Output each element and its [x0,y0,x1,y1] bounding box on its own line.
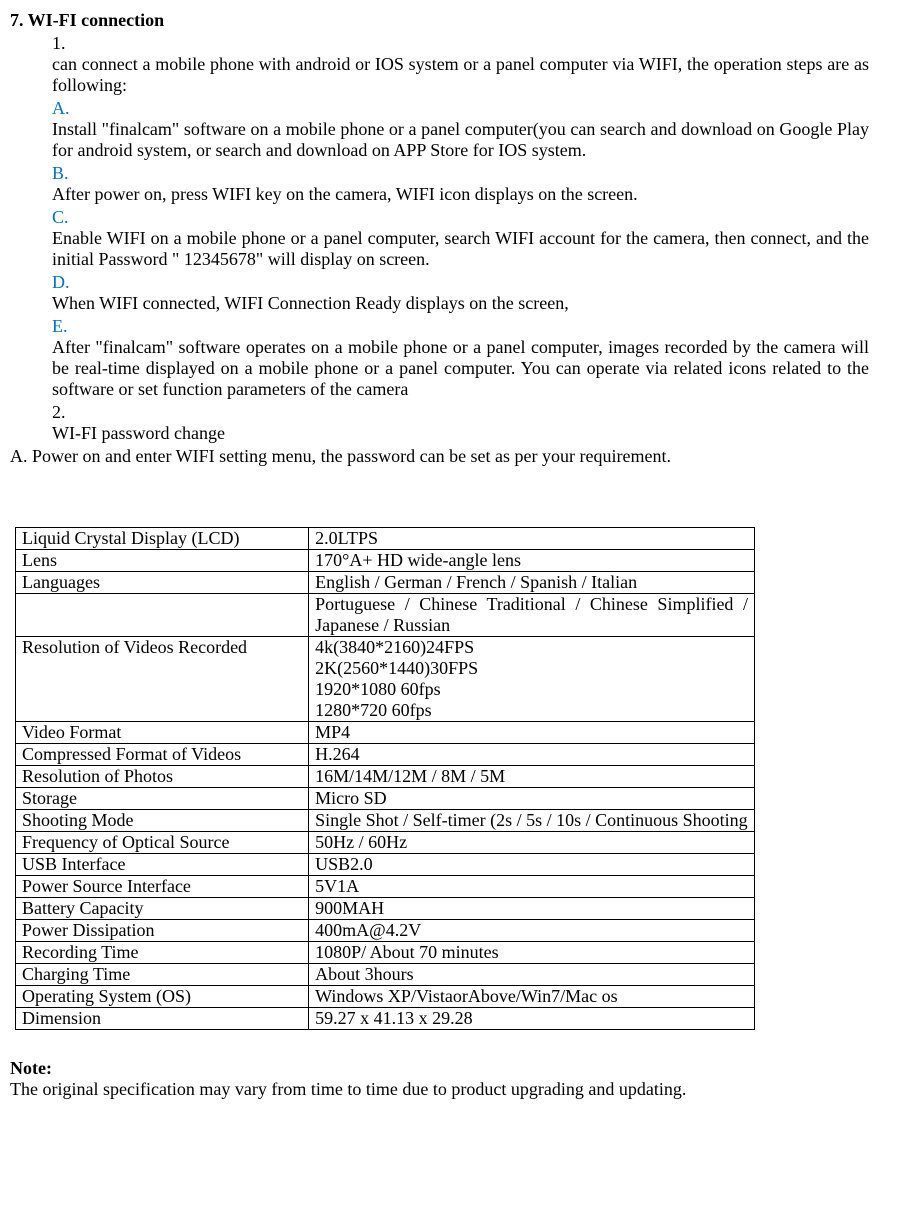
spec-value: Single Shot / Self-timer (2s / 5s / 10s … [309,810,755,832]
list-item-c: C. Enable WIFI on a mobile phone or a pa… [52,207,901,270]
table-row: Recording Time1080P/ About 70 minutes [16,942,755,964]
instruction-list: 1. can connect a mobile phone with andro… [10,33,901,444]
spec-value: 5V1A [309,876,755,898]
list-item-2: 2. WI-FI password change [52,402,901,444]
spec-value: 900MAH [309,898,755,920]
note-section: Note: The original specification may var… [10,1058,901,1100]
spec-value: 1080P/ About 70 minutes [309,942,755,964]
spec-value: MP4 [309,722,755,744]
spec-value: 16M/14M/12M / 8M / 5M [309,766,755,788]
spec-label: Compressed Format of Videos [16,744,309,766]
table-row: Power Dissipation400mA@4.2V [16,920,755,942]
table-row: LanguagesEnglish / German / French / Spa… [16,572,755,594]
list-marker-2: 2. [52,402,80,423]
spec-label: Recording Time [16,942,309,964]
spec-label [16,594,309,637]
spec-label: Power Source Interface [16,876,309,898]
table-row: Lens170°A+ HD wide-angle lens [16,550,755,572]
table-row: Frequency of Optical Source50Hz / 60Hz [16,832,755,854]
table-row: Resolution of Photos16M/14M/12M / 8M / 5… [16,766,755,788]
spec-label: Power Dissipation [16,920,309,942]
spec-label: Charging Time [16,964,309,986]
list-item-d-text: When WIFI connected, WIFI Connection Rea… [52,293,869,314]
list-item-2-text: WI-FI password change [52,423,869,444]
spec-value: Portuguese / Chinese Traditional / Chine… [309,594,755,637]
spec-value: H.264 [309,744,755,766]
spec-label: Storage [16,788,309,810]
table-row: Dimension59.27 x 41.13 x 29.28 [16,1008,755,1030]
spec-value: 4k(3840*2160)24FPS 2K(2560*1440)30FPS 19… [309,637,755,722]
spec-value: USB2.0 [309,854,755,876]
spec-label: Resolution of Photos [16,766,309,788]
list-marker-b: B. [52,163,80,184]
spec-label: Battery Capacity [16,898,309,920]
list-item-b: B. After power on, press WIFI key on the… [52,163,901,205]
table-row: Operating System (OS)Windows XP/VistaorA… [16,986,755,1008]
list-marker-1: 1. [52,33,80,54]
spec-value: Windows XP/VistaorAbove/Win7/Mac os [309,986,755,1008]
table-row: Power Source Interface5V1A [16,876,755,898]
spec-label: Lens [16,550,309,572]
list-item-1: 1. can connect a mobile phone with andro… [52,33,901,96]
table-row: Video FormatMP4 [16,722,755,744]
list-marker-d: D. [52,272,80,293]
spec-value: Micro SD [309,788,755,810]
list-item-a: A. Install "finalcam" software on a mobi… [52,98,901,161]
section-heading: 7. WI-FI connection [10,10,901,31]
list-item-b-text: After power on, press WIFI key on the ca… [52,184,869,205]
table-row: StorageMicro SD [16,788,755,810]
spec-value: About 3hours [309,964,755,986]
spec-label: USB Interface [16,854,309,876]
spec-label: Languages [16,572,309,594]
spec-value: 59.27 x 41.13 x 29.28 [309,1008,755,1030]
table-row: USB InterfaceUSB2.0 [16,854,755,876]
spec-value: 2.0LTPS [309,528,755,550]
table-row: Shooting ModeSingle Shot / Self-timer (2… [16,810,755,832]
spec-label: Frequency of Optical Source [16,832,309,854]
table-row: Resolution of Videos Recorded4k(3840*216… [16,637,755,722]
table-row: Compressed Format of VideosH.264 [16,744,755,766]
note-text: The original specification may vary from… [10,1079,901,1100]
spec-label: Operating System (OS) [16,986,309,1008]
list-item-d: D. When WIFI connected, WIFI Connection … [52,272,901,314]
list-item-c-text: Enable WIFI on a mobile phone or a panel… [52,228,869,270]
spec-value: 50Hz / 60Hz [309,832,755,854]
paragraph-a: A. Power on and enter WIFI setting menu,… [10,446,901,467]
list-item-1-text: can connect a mobile phone with android … [52,54,869,96]
list-marker-e: E. [52,316,80,337]
spec-value: 400mA@4.2V [309,920,755,942]
list-marker-a: A. [52,98,80,119]
spec-label: Dimension [16,1008,309,1030]
list-item-e: E. After "finalcam" software operates on… [52,316,901,400]
table-row: Charging TimeAbout 3hours [16,964,755,986]
list-item-e-text: After "finalcam" software operates on a … [52,337,869,400]
list-item-a-text: Install "finalcam" software on a mobile … [52,119,869,161]
spec-label: Resolution of Videos Recorded [16,637,309,722]
spec-value: 170°A+ HD wide-angle lens [309,550,755,572]
specification-table: Liquid Crystal Display (LCD)2.0LTPS Lens… [15,527,755,1030]
spec-label: Video Format [16,722,309,744]
list-marker-c: C. [52,207,80,228]
table-row: Liquid Crystal Display (LCD)2.0LTPS [16,528,755,550]
table-row: Portuguese / Chinese Traditional / Chine… [16,594,755,637]
spec-value: English / German / French / Spanish / It… [309,572,755,594]
spec-label: Liquid Crystal Display (LCD) [16,528,309,550]
spec-label: Shooting Mode [16,810,309,832]
table-row: Battery Capacity900MAH [16,898,755,920]
note-title: Note: [10,1058,52,1078]
